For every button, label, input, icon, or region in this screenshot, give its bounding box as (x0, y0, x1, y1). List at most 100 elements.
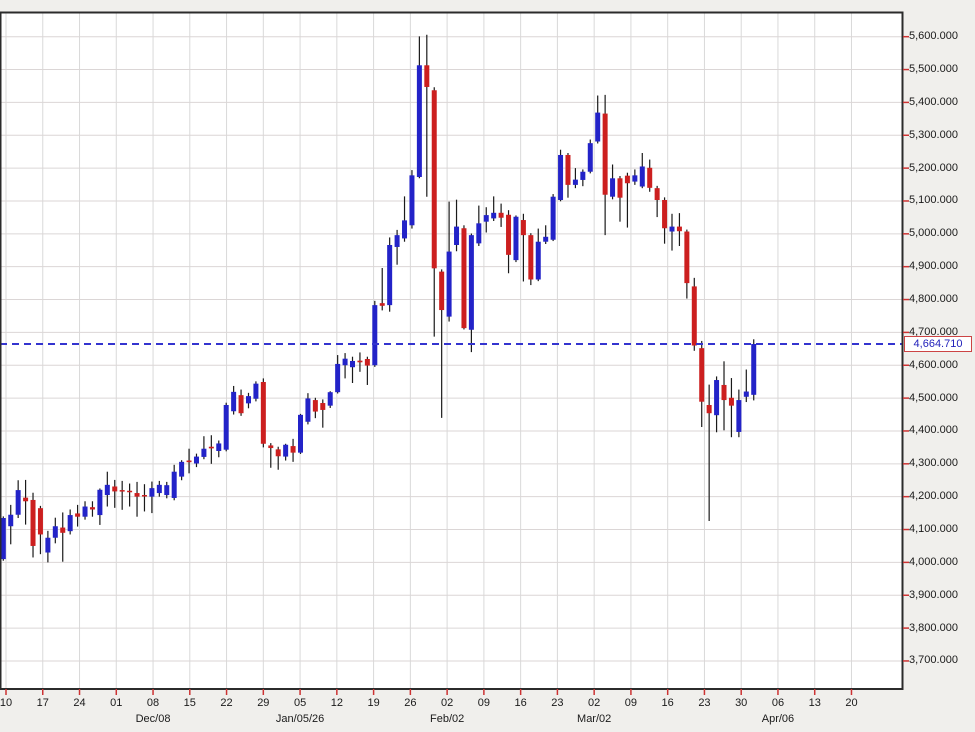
candle-up (164, 485, 169, 495)
candle-down (707, 405, 712, 413)
candle-up (447, 252, 452, 317)
candle-down (135, 493, 140, 497)
candle-down (647, 168, 652, 188)
candle-down (23, 498, 28, 502)
candle-up (551, 197, 556, 240)
price-axis-label: 4,800.000 (909, 293, 958, 306)
candle-down (506, 215, 511, 255)
candle-down (432, 90, 437, 268)
candle-up (8, 515, 13, 526)
candle-up (610, 178, 615, 196)
date-axis-day-label: 12 (331, 697, 343, 710)
candle-down (291, 446, 296, 453)
candle-up (298, 415, 303, 453)
candle-up (328, 392, 333, 405)
candle-down (692, 286, 697, 345)
date-axis-day-label: 29 (257, 697, 269, 710)
date-axis-day-label: 13 (809, 697, 821, 710)
candle-up (409, 175, 414, 225)
candle-down (424, 65, 429, 87)
date-axis-month-label: Apr/06 (762, 713, 794, 726)
candle-down (499, 213, 504, 218)
price-axis-label: 4,400.000 (909, 424, 958, 437)
candle-up (68, 515, 73, 531)
date-axis-day-label: 09 (478, 697, 490, 710)
candle-up (216, 443, 221, 451)
candle-up (543, 237, 548, 242)
candle-down (655, 188, 660, 200)
candle-up (751, 344, 756, 395)
date-axis-day-label: 01 (110, 697, 122, 710)
candle-down (617, 178, 622, 197)
candle-up (45, 538, 50, 553)
date-axis-month-label: Dec/08 (136, 713, 171, 726)
candle-up (395, 235, 400, 247)
date-axis-day-label: 06 (772, 697, 784, 710)
candle-down (729, 398, 734, 406)
candle-down (357, 361, 362, 363)
price-axis-label: 3,800.000 (909, 622, 958, 635)
candle-up (387, 245, 392, 305)
price-axis-label: 4,600.000 (909, 359, 958, 372)
candle-up (246, 396, 251, 403)
candle-down (90, 507, 95, 509)
candle-down (603, 114, 608, 195)
price-axis-label: 5,000.000 (909, 227, 958, 240)
date-axis-day-label: 02 (441, 697, 453, 710)
price-axis-label: 5,200.000 (909, 162, 958, 175)
date-axis-day-label: 10 (0, 697, 12, 710)
date-axis-day-label: 22 (220, 697, 232, 710)
price-axis-label: 5,500.000 (909, 63, 958, 76)
candle-up (149, 488, 154, 497)
candlestick-chart: 5,600.0005,500.0005,400.0005,300.0005,20… (0, 0, 975, 732)
candle-up (670, 227, 675, 232)
price-axis-label: 3,700.000 (909, 654, 958, 667)
last-price-label: 4,664.710 (914, 338, 963, 350)
candle-down (120, 490, 125, 492)
candle-up (372, 305, 377, 365)
price-axis-label: 4,300.000 (909, 457, 958, 470)
date-axis-day-label: 23 (698, 697, 710, 710)
last-price-tag: 4,664.710 (904, 336, 972, 352)
date-axis-day-label: 02 (588, 697, 600, 710)
date-axis-month-label: Feb/02 (430, 713, 464, 726)
candle-up (402, 220, 407, 238)
price-axis-label: 5,300.000 (909, 129, 958, 142)
candle-up (231, 392, 236, 411)
candle-up (105, 485, 110, 495)
plot-background (0, 13, 903, 690)
candle-up (484, 215, 489, 222)
candle-up (253, 384, 258, 399)
candle-up (350, 361, 355, 367)
candle-up (283, 445, 288, 457)
candle-down (320, 403, 325, 410)
date-axis-day-label: 24 (73, 697, 85, 710)
candle-down (142, 495, 147, 497)
candle-down (625, 176, 630, 184)
candle-down (38, 508, 43, 534)
candle-down (261, 382, 266, 444)
candle-up (588, 143, 593, 172)
candle-up (513, 217, 518, 260)
candle-up (305, 398, 310, 421)
date-axis-day-label: 30 (735, 697, 747, 710)
price-axis-label: 4,900.000 (909, 260, 958, 273)
candle-down (112, 486, 117, 491)
candle-down (313, 400, 318, 411)
price-axis-label: 5,400.000 (909, 96, 958, 109)
candle-down (31, 500, 36, 546)
date-axis-day-label: 05 (294, 697, 306, 710)
date-axis-day-label: 19 (367, 697, 379, 710)
candle-up (469, 235, 474, 330)
candle-up (595, 113, 600, 142)
candle-up (580, 172, 585, 180)
date-axis-month-label: Jan/05/26 (276, 713, 324, 726)
candle-down (722, 385, 727, 400)
candle-down (209, 447, 214, 449)
candle-down (699, 348, 704, 402)
candle-down (677, 227, 682, 232)
plot-area[interactable] (0, 0, 975, 732)
price-axis-label: 3,900.000 (909, 589, 958, 602)
candle-up (454, 227, 459, 245)
date-axis-day-label: 26 (404, 697, 416, 710)
